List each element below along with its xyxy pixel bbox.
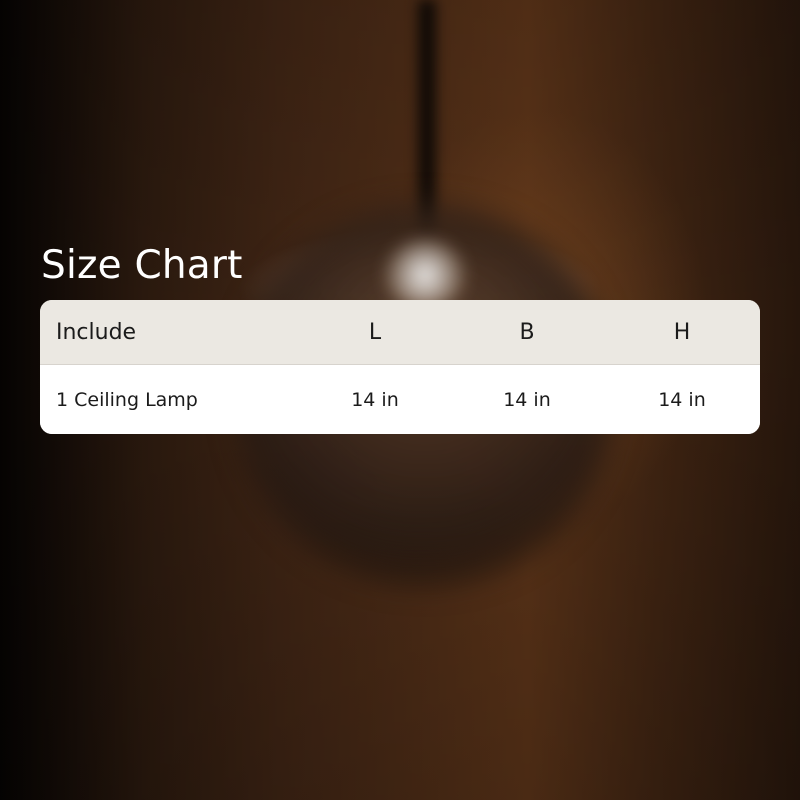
- header-length: L: [368, 319, 382, 345]
- table-row: 1 Ceiling Lamp 14 in 14 in 14 in: [40, 365, 760, 434]
- header-height: H: [673, 319, 691, 345]
- cell-height: 14 in: [658, 388, 706, 411]
- header-breadth: B: [519, 319, 535, 345]
- lamp-cord: [418, 0, 436, 235]
- cell-include: 1 Ceiling Lamp: [56, 388, 198, 411]
- table-header-row: Include L B H: [40, 300, 760, 365]
- cell-breadth: 14 in: [503, 388, 551, 411]
- header-include: Include: [56, 319, 137, 345]
- cell-length: 14 in: [351, 388, 399, 411]
- page-title: Size Chart: [41, 243, 243, 288]
- size-chart-table: Include L B H 1 Ceiling Lamp 14 in 14 in…: [40, 300, 760, 434]
